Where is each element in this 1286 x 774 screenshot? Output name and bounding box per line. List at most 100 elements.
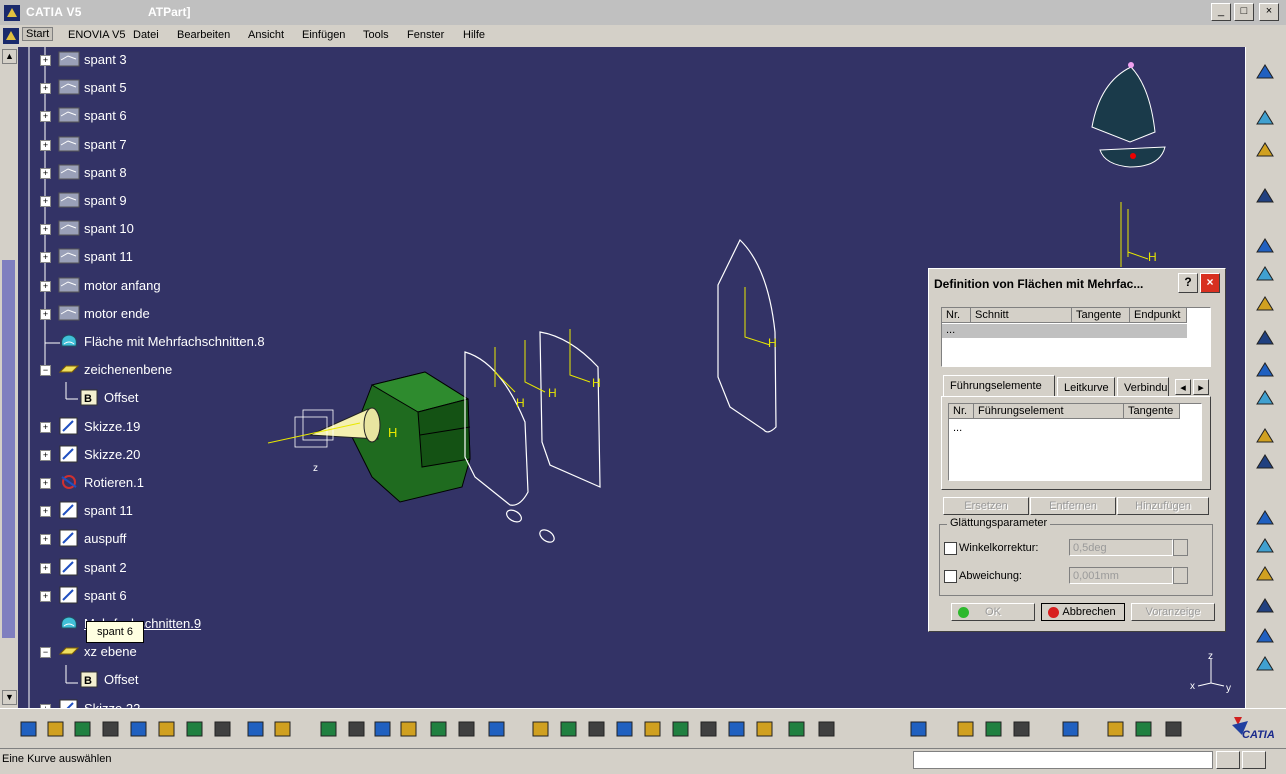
scroll-up-arrow-icon[interactable]: ▲ [2, 49, 17, 64]
open-icon[interactable] [45, 718, 67, 740]
col-nr[interactable]: Nr. [949, 404, 974, 419]
winkelkorrektur-field[interactable]: 0,5deg [1069, 539, 1173, 556]
menu-fenster[interactable]: Fenster [407, 29, 444, 41]
render-style-icon[interactable] [754, 718, 776, 740]
menu-bearbeiten[interactable]: Bearbeiten [177, 29, 230, 41]
measure-icon[interactable] [486, 718, 508, 740]
tab-fuehrungselemente[interactable]: Führungselemente [943, 375, 1055, 397]
menu-start[interactable]: Start [22, 27, 54, 41]
views-icon[interactable] [726, 718, 748, 740]
capture-icon[interactable] [1060, 718, 1082, 740]
sketch-tool-icon[interactable] [1254, 185, 1276, 207]
whats-this-icon[interactable] [272, 718, 294, 740]
start-icon[interactable] [3, 28, 19, 44]
catalog-icon[interactable] [908, 718, 930, 740]
circle-icon[interactable] [1254, 425, 1276, 447]
paste-icon[interactable] [184, 718, 206, 740]
scroll-down-arrow-icon[interactable]: ▼ [2, 690, 17, 705]
join-icon[interactable] [1254, 507, 1276, 529]
fill-icon[interactable] [1254, 653, 1276, 675]
revolve-surface-icon[interactable] [1254, 359, 1276, 381]
help-button[interactable]: ? [1178, 273, 1198, 293]
hinzufuegen-button[interactable]: Hinzufügen [1117, 497, 1209, 515]
col-nr[interactable]: Nr. [942, 308, 971, 323]
rotate-view-icon[interactable] [614, 718, 636, 740]
snap-icon[interactable] [1254, 139, 1276, 161]
swap-icon[interactable] [816, 718, 838, 740]
fly-icon[interactable] [530, 718, 552, 740]
sweep-icon[interactable] [1254, 387, 1276, 409]
entfernen-button[interactable]: Entfernen [1030, 497, 1116, 515]
fillet-icon[interactable] [1254, 535, 1276, 557]
tab-leitkurve[interactable]: Leitkurve [1057, 377, 1115, 397]
pan-icon[interactable] [586, 718, 608, 740]
close-window-button[interactable]: × [1259, 3, 1279, 21]
cut-icon[interactable] [128, 718, 150, 740]
undo-icon[interactable] [212, 718, 234, 740]
voranzeige-button[interactable]: Voranzeige [1131, 603, 1215, 621]
parameter-icon[interactable] [372, 718, 394, 740]
ok-button[interactable]: OK [951, 603, 1035, 621]
minimize-button[interactable]: _ [1211, 3, 1231, 21]
multisection-icon[interactable] [1254, 595, 1276, 617]
table-row[interactable]: ... [953, 422, 962, 434]
abweichung-field[interactable]: 0,001mm [1069, 567, 1173, 584]
table-icon[interactable] [398, 718, 420, 740]
select-arrow-icon[interactable] [1254, 107, 1276, 129]
col-schnitt[interactable]: Schnitt [971, 308, 1072, 323]
copy-icon[interactable] [156, 718, 178, 740]
tab-scroll-right-icon[interactable]: ▸ [1193, 379, 1209, 395]
maximize-button[interactable]: □ [1234, 3, 1254, 21]
col-tangente[interactable]: Tangente [1124, 404, 1180, 419]
menu-hilfe[interactable]: Hilfe [463, 29, 485, 41]
offset-surface-icon[interactable] [1254, 563, 1276, 585]
zoom-in-icon[interactable] [642, 718, 664, 740]
abweichung-spinner[interactable] [1173, 567, 1188, 584]
sections-table[interactable]: Nr. Schnitt Tangente Endpunkt ... [941, 307, 1211, 367]
compass-icon[interactable] [1163, 718, 1185, 740]
formula-icon[interactable] [318, 718, 340, 740]
lock-icon[interactable] [456, 718, 478, 740]
web-icon[interactable] [1105, 718, 1127, 740]
tree-icon[interactable] [428, 718, 450, 740]
line-icon[interactable] [1254, 263, 1276, 285]
command-history-button[interactable] [1216, 751, 1240, 769]
zoom-out-icon[interactable] [670, 718, 692, 740]
col-tangente[interactable]: Tangente [1072, 308, 1130, 323]
winkelkorrektur-checkbox[interactable] [944, 542, 957, 555]
hide-show-icon[interactable] [786, 718, 808, 740]
wire-profiles[interactable] [464, 238, 777, 545]
print-icon[interactable] [100, 718, 122, 740]
table-row[interactable]: ... [942, 324, 1187, 338]
sketcher-icon[interactable] [1254, 61, 1276, 83]
weight-icon[interactable] [1011, 718, 1033, 740]
menu-datei[interactable]: Datei [133, 29, 159, 41]
hand-icon[interactable] [1133, 718, 1155, 740]
extrude-surface-icon[interactable] [1254, 327, 1276, 349]
menu-tools[interactable]: Tools [363, 29, 389, 41]
new-icon[interactable] [18, 718, 40, 740]
inertia-icon[interactable] [983, 718, 1005, 740]
tab-verbindung[interactable]: Verbindu [1117, 377, 1169, 397]
knowledge-icon[interactable] [346, 718, 368, 740]
point-icon[interactable] [1254, 235, 1276, 257]
axis-compass[interactable]: z x y [1188, 651, 1234, 693]
tab-scroll-left-icon[interactable]: ◂ [1175, 379, 1191, 395]
abweichung-checkbox[interactable] [944, 570, 957, 583]
save-icon[interactable] [72, 718, 94, 740]
col-fuehrungselement[interactable]: Führungselement [974, 404, 1124, 419]
fit-all-icon[interactable] [558, 718, 580, 740]
menu-enovia[interactable]: ENOVIA V5 [68, 29, 125, 41]
spline-icon[interactable] [1254, 451, 1276, 473]
dialog-close-button[interactable]: × [1200, 273, 1220, 293]
command-input[interactable] [913, 751, 1213, 769]
menu-ansicht[interactable]: Ansicht [248, 29, 284, 41]
abbrechen-button[interactable]: Abbrechen [1041, 603, 1125, 621]
ersetzen-button[interactable]: Ersetzen [943, 497, 1029, 515]
plane-tool-icon[interactable] [1254, 293, 1276, 315]
measure-between-icon[interactable] [955, 718, 977, 740]
blend-icon[interactable] [1254, 625, 1276, 647]
command-run-button[interactable] [1242, 751, 1266, 769]
col-endpunkt[interactable]: Endpunkt [1130, 308, 1187, 323]
scrollbar-thumb[interactable] [2, 260, 15, 638]
